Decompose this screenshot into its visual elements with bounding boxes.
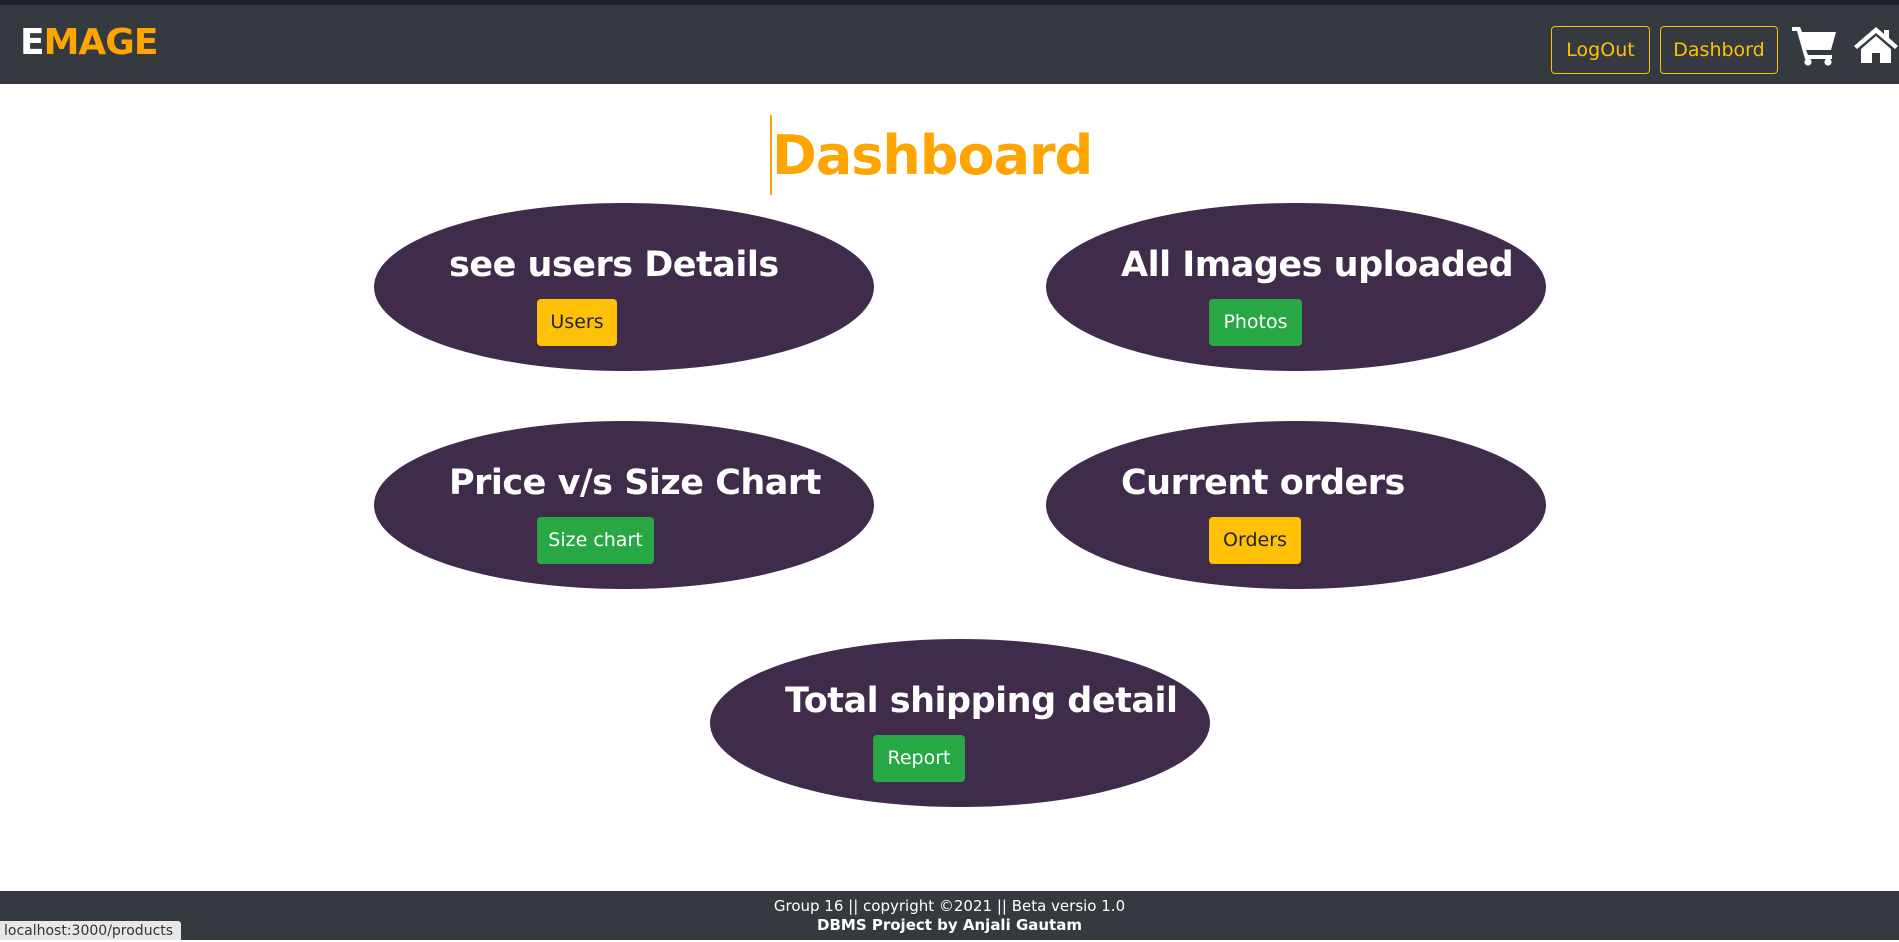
cart-icon[interactable] <box>1791 24 1838 66</box>
orders-button[interactable]: Orders <box>1209 517 1301 564</box>
size-chart-card: Price v/s Size Chart Size chart <box>374 421 874 589</box>
brand-logo[interactable]: EMAGE <box>20 21 159 65</box>
footer-copyright: Group 16 || copyright ©2021 || Beta vers… <box>773 897 1126 915</box>
dashboard-button[interactable]: Dashbord <box>1660 26 1778 74</box>
images-card-title: All Images uploaded <box>1121 245 1514 285</box>
shipping-card-title: Total shipping detail <box>785 681 1178 721</box>
size-chart-button[interactable]: Size chart <box>537 517 654 564</box>
brand-logo-rest: MAGE <box>43 22 159 63</box>
orders-card: Current orders Orders <box>1046 421 1546 589</box>
images-card: All Images uploaded Photos <box>1046 203 1546 371</box>
home-icon[interactable] <box>1853 25 1899 65</box>
users-card-title: see users Details <box>449 245 779 285</box>
users-card: see users Details Users <box>374 203 874 371</box>
footer-credit: DBMS Project by Anjali Gautam <box>817 916 1082 934</box>
navbar: EMAGE LogOut Dashbord <box>0 5 1899 84</box>
orders-card-title: Current orders <box>1121 463 1405 503</box>
shipping-card: Total shipping detail Report <box>710 639 1210 807</box>
brand-logo-first-letter: E <box>20 22 45 63</box>
page-title: Dashboard <box>772 124 1093 187</box>
photos-button[interactable]: Photos <box>1209 299 1302 346</box>
report-button[interactable]: Report <box>873 735 965 782</box>
status-bar-url: localhost:3000/products <box>0 921 182 940</box>
users-button[interactable]: Users <box>537 299 617 346</box>
size-chart-card-title: Price v/s Size Chart <box>449 463 821 503</box>
logout-button[interactable]: LogOut <box>1551 26 1650 74</box>
footer: Group 16 || copyright ©2021 || Beta vers… <box>0 891 1899 940</box>
